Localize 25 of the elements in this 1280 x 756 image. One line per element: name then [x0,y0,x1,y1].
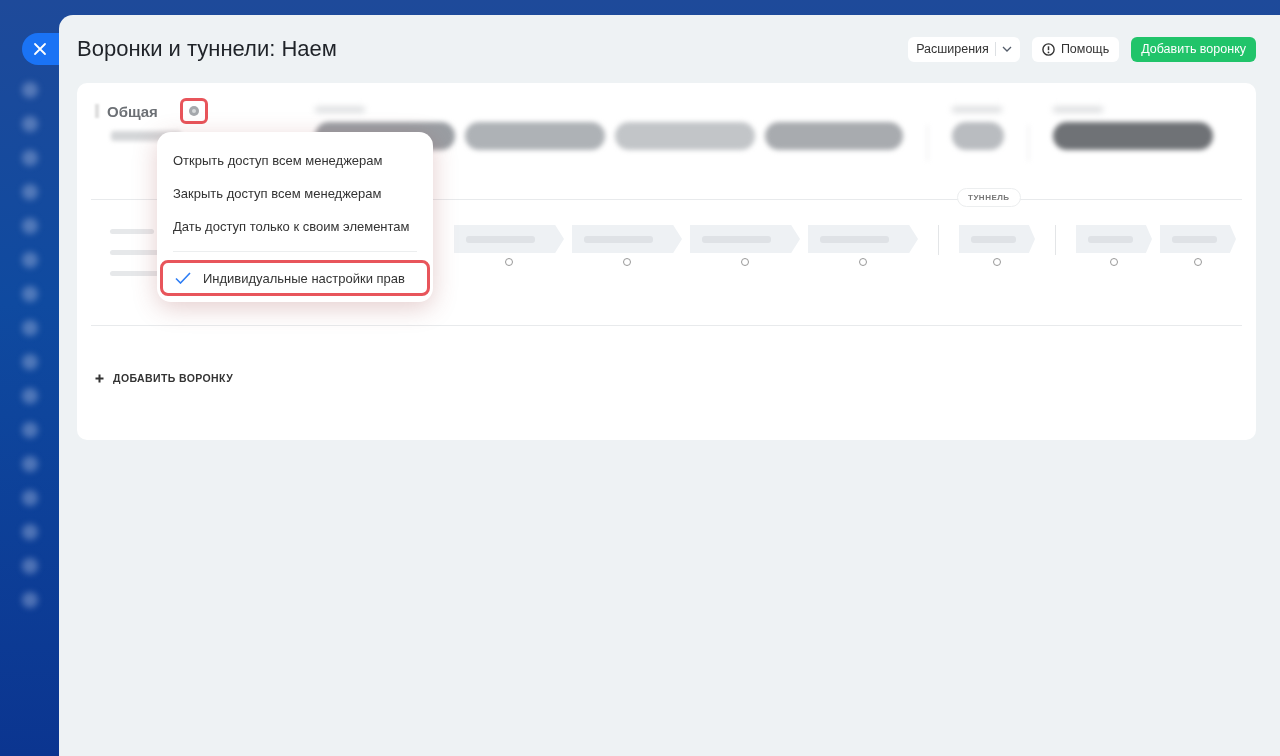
stage-dot [1194,258,1202,266]
stage-dot [623,258,631,266]
help-button[interactable]: Помощь [1031,36,1120,62]
stage-dot [505,258,513,266]
tunnel-badge: ТУННЕЛЬ [957,188,1021,207]
stage-dot [859,258,867,266]
menu-item[interactable]: Закрыть доступ всем менеджерам [157,177,433,210]
close-button[interactable] [22,33,59,65]
funnel-name: Общая [107,102,158,120]
close-icon [33,42,47,56]
plus-icon [95,373,104,383]
add-funnel-link[interactable]: ДОБАВИТЬ ВОРОНКУ [95,372,234,384]
stage-dot [993,258,1001,266]
menu-item[interactable]: Индивидуальные настройки прав [160,260,430,296]
menu-item[interactable]: Дать доступ только к своим элементам [157,210,433,243]
stage-pill [952,122,1004,150]
settings-icon[interactable] [187,105,200,117]
window-title: Воронки и туннели: Наем [77,36,337,62]
menu-item[interactable]: Открыть доступ всем менеджерам [157,144,433,177]
stage-dot [741,258,749,266]
info-icon [1041,42,1055,56]
check-icon [175,272,191,284]
chevron-down-icon [1001,46,1012,52]
extensions-dropdown[interactable]: Расширения [908,36,1020,62]
stage-dot [1110,258,1118,266]
